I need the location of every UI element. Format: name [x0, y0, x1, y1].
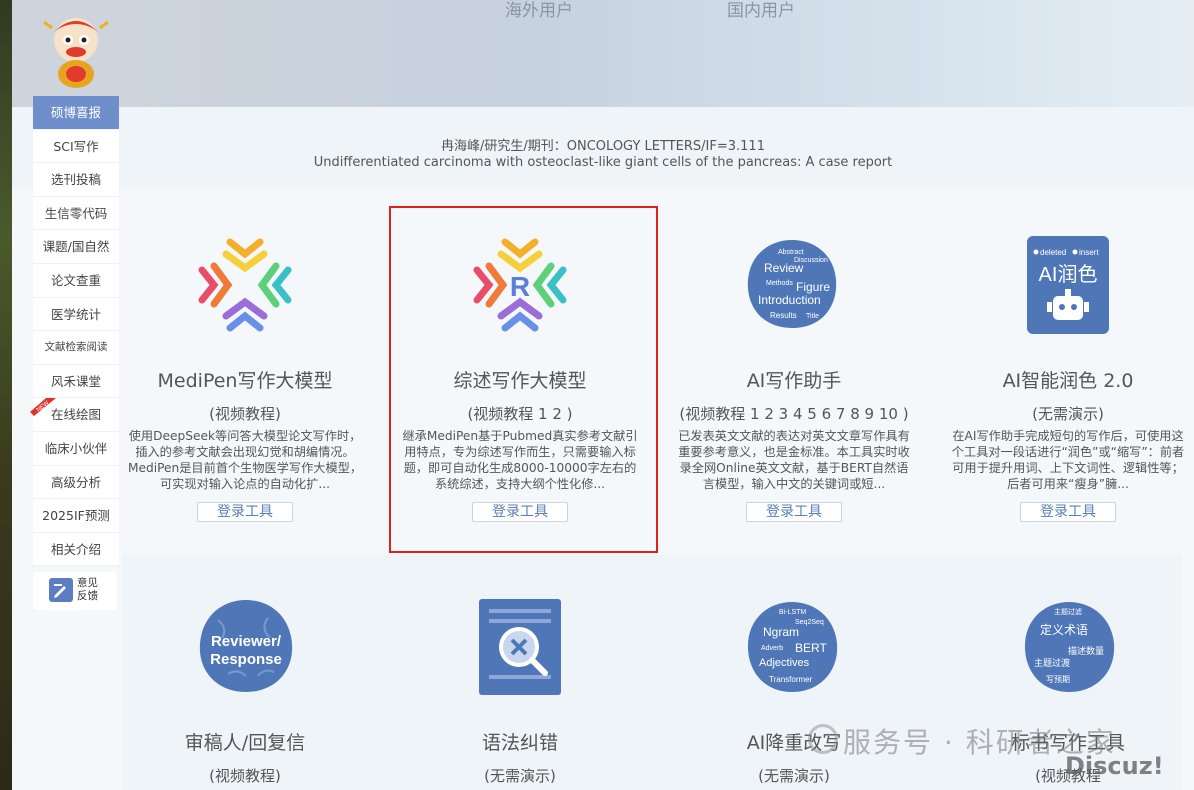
card-title: AI写作助手 — [746, 370, 842, 392]
card-title: 审稿人/回复信 — [184, 732, 306, 754]
sidebar-item-plagiarism[interactable]: 论文查重 — [33, 264, 119, 298]
svg-text:Adjectives: Adjectives — [759, 657, 810, 669]
mascot-logo-icon — [43, 18, 109, 88]
watermark-site: Discuz! — [1065, 752, 1164, 780]
svg-text:主题过滤: 主题过滤 — [1054, 607, 1082, 616]
sidebar-item-graduate-news[interactable]: 硕博喜报 — [33, 96, 119, 130]
svg-text:insert: insert — [1079, 248, 1099, 257]
svg-text:Adverb: Adverb — [761, 645, 783, 652]
login-tool-button[interactable]: 登录工具 — [197, 502, 293, 522]
sidebar-item-advanced[interactable]: 高级分析 — [33, 466, 119, 500]
feedback-label: 意见反馈 — [77, 577, 98, 602]
success-info: 冉海峰/研究生/期刊：ONCOLOGY LETTERS/IF=3.111 Und… — [12, 107, 1194, 189]
rewrite-brain-icon: Bi-LSTM Seq2Seq Ngram Adverb BERT Adject… — [747, 602, 838, 692]
medipen-logo-icon — [198, 238, 292, 332]
svg-text:写预期: 写预期 — [1046, 674, 1070, 684]
new-badge: NEW — [30, 398, 56, 416]
no-demo-label: (无需演示) — [758, 767, 830, 785]
video-tutorial-link[interactable]: (视频教程 1 2 3 4 5 6 7 8 9 10 ) — [662, 403, 926, 424]
svg-text:Title: Title — [806, 313, 819, 320]
info-line-1: 冉海峰/研究生/期刊：ONCOLOGY LETTERS/IF=3.111 — [441, 139, 765, 154]
feedback-button[interactable]: 意见反馈 — [33, 572, 117, 610]
ai-writing-brain-icon: Abstract Discussion Review Methods Figur… — [747, 240, 837, 328]
svg-text:描述数量: 描述数量 — [1068, 645, 1104, 657]
sidebar-item-journal-select[interactable]: 选刊投稿 — [33, 163, 119, 197]
svg-text:Response: Response — [210, 651, 282, 668]
svg-text:Ngram: Ngram — [763, 625, 799, 639]
video-tutorial-link[interactable]: (视频教程) — [113, 403, 377, 424]
card-description: 在AI写作助手完成短句的写作后，可使用这个工具对一段话进行“润色”或“缩写”：前… — [951, 429, 1185, 491]
svg-text:Bi-LSTM: Bi-LSTM — [779, 609, 806, 616]
card-title: AI智能润色 2.0 — [1002, 370, 1134, 392]
svg-text:主题过渡: 主题过渡 — [1034, 657, 1070, 669]
login-tool-button[interactable]: 登录工具 — [746, 502, 842, 522]
no-demo-label: (无需演示) — [484, 767, 556, 785]
svg-text:Methods: Methods — [766, 280, 793, 287]
no-demo-label: (无需演示) — [1032, 405, 1104, 423]
card-title: 语法纠错 — [481, 732, 558, 754]
svg-text:AI润色: AI润色 — [1039, 263, 1098, 286]
sidebar-item-nsfc[interactable]: 课题/国自然 — [33, 230, 119, 264]
svg-text:Abstract: Abstract — [778, 249, 804, 256]
svg-text:Results: Results — [770, 311, 797, 320]
svg-text:Figure: Figure — [796, 280, 830, 294]
sidebar-item-sci-writing[interactable]: SCI写作 — [33, 130, 119, 164]
edit-icon — [49, 578, 73, 602]
sidebar-item-bioinfo[interactable]: 生信零代码 — [33, 197, 119, 231]
card-title: MediPen写作大模型 — [157, 370, 333, 392]
ai-polish-icon: deleted insert AI润色 — [1027, 236, 1109, 334]
info-line-2: Undifferentiated carcinoma with osteocla… — [313, 155, 893, 170]
svg-text:BERT: BERT — [795, 641, 827, 655]
background-strip — [0, 0, 12, 790]
overseas-users-link[interactable]: 海外用户 — [505, 0, 573, 21]
grammar-check-icon — [479, 599, 561, 695]
login-tool-button[interactable]: 登录工具 — [1020, 502, 1116, 522]
watermark-logo-icon — [808, 724, 838, 754]
sidebar-item-about[interactable]: 相关介绍 — [33, 533, 119, 567]
sidebar-item-if-forecast[interactable]: 2025IF预测 — [33, 499, 119, 533]
reviewer-brain-icon: Reviewer/ Response — [199, 600, 293, 692]
domestic-users-link[interactable]: 国内用户 — [727, 0, 795, 21]
svg-text:Reviewer/: Reviewer/ — [211, 633, 282, 650]
svg-text:定义术语: 定义术语 — [1040, 622, 1088, 637]
card-description: 使用DeepSeek等问答大模型论文写作时，插入的参考文献会出现幻觉和胡编情况。… — [127, 429, 363, 491]
top-banner: 海外用户 国内用户 — [12, 0, 1194, 107]
svg-text:Seq2Seq: Seq2Seq — [795, 619, 824, 626]
svg-text:Review: Review — [764, 261, 804, 275]
video-tutorial-link[interactable]: (视频教程) — [113, 765, 377, 786]
svg-text:Transformer: Transformer — [769, 675, 813, 684]
card-description: 已发表英文文献的表达对英文文章写作具有重要参考意义，也是金标准。本工具实时收录全… — [678, 429, 910, 491]
sidebar-item-literature[interactable]: 文献检索阅读 — [33, 331, 119, 365]
sidebar-menu: 硕博喜报 SCI写作 选刊投稿 生信零代码 课题/国自然 论文查重 医学统计 文… — [33, 96, 119, 567]
proposal-brain-icon: 主题过滤 定义术语 描述数量 主题过渡 写预期 — [1024, 602, 1115, 692]
sidebar-item-statistics[interactable]: 医学统计 — [33, 298, 119, 332]
sidebar-item-clinical[interactable]: 临床小伙伴 — [33, 432, 119, 466]
svg-text:Introduction: Introduction — [758, 293, 821, 307]
svg-text:deleted: deleted — [1040, 248, 1066, 257]
sidebar-item-classroom[interactable]: 风禾课堂 — [33, 365, 119, 399]
highlight-frame — [389, 206, 658, 553]
